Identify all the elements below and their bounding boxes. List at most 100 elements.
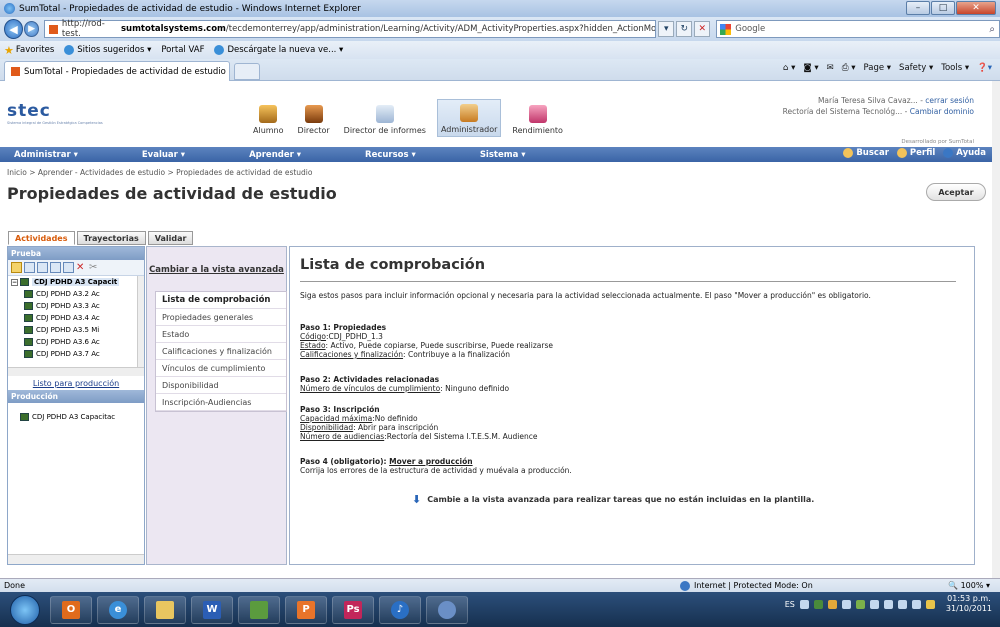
nav-propiedades-generales[interactable]: Propiedades generales [156,309,286,326]
delete-icon[interactable]: ✕ [76,262,87,273]
move-to-production-link[interactable]: Mover a producción [389,457,472,466]
switch-advanced-view-link[interactable]: Cambiar a la vista avanzada [147,265,286,275]
flag-icon[interactable] [883,599,893,609]
role-director-informes[interactable]: Director de informes [341,101,429,137]
safety-menu[interactable]: Safety ▾ [899,63,933,73]
code-link[interactable]: Código [300,332,326,341]
compliance-links-link[interactable]: Número de vínculos de cumplimiento [300,384,440,393]
nav-lista-comprobacion[interactable]: Lista de comprobación [156,292,286,309]
tray-icon[interactable] [869,599,879,609]
mail-icon[interactable]: ✉ [827,63,834,73]
nav-vinculos[interactable]: Vínculos de cumplimiento [156,360,286,377]
tree-item[interactable]: CDJ PDHD A3.4 Ac [8,312,144,324]
fav-portal-vaf[interactable]: Portal VAF [161,45,204,55]
browser-tab[interactable]: SumTotal - Propiedades de actividad de e… [4,61,230,81]
taskbar-media[interactable]: ♪ [379,595,421,624]
tree-root[interactable]: − CDJ PDHD A3 Capacit [8,276,144,288]
add-icon[interactable] [11,262,22,273]
network-icon[interactable] [897,599,907,609]
tree-item[interactable]: CDJ PDHD A3.7 Ac [8,348,144,360]
panel-horizontal-scrollbar[interactable] [8,554,144,564]
nav-disponibilidad[interactable]: Disponibilidad [156,377,286,394]
taskbar-app[interactable] [426,595,468,624]
profile-link[interactable]: Perfil [896,148,935,158]
nav-inscripcion-audiencias[interactable]: Inscripción-Audiencias [156,394,286,411]
tree-item[interactable]: CDJ PDHD A3.6 Ac [8,336,144,348]
tray-icon[interactable] [799,599,809,609]
fav-sitios-sugeridos[interactable]: Sitios sugeridos ▾ [64,45,151,55]
compat-view-icon[interactable]: ▾ [658,21,675,37]
search-link[interactable]: Buscar [843,148,889,158]
audiences-link[interactable]: Número de audiencias [300,432,384,441]
tray-icon[interactable] [827,599,837,609]
search-box[interactable]: Google ⌕ [716,20,1000,38]
accept-button[interactable]: Aceptar [926,183,986,201]
help-link[interactable]: Ayuda [943,148,986,158]
taskbar-network[interactable] [238,595,280,624]
start-button[interactable] [10,594,40,625]
feeds-icon[interactable]: ◙ ▾ [803,63,818,73]
change-domain-link[interactable]: Cambiar dominio [910,107,974,116]
clock[interactable]: 01:53 p.m. 31/10/2011 [946,594,992,614]
tab-trayectorias[interactable]: Trayectorias [76,231,146,245]
state-link[interactable]: Estado [300,341,326,350]
menu-recursos[interactable]: Recursos ▾ [365,150,416,160]
tree-vertical-scrollbar[interactable] [137,276,144,367]
indent-icon[interactable] [50,262,61,273]
grades-link[interactable]: Calificaciones y finalización [300,350,403,359]
tab-actividades[interactable]: Actividades [8,231,75,245]
page-menu[interactable]: Page ▾ [864,63,892,73]
role-alumno[interactable]: Alumno [250,101,287,137]
move-up-icon[interactable] [24,262,35,273]
forward-button[interactable]: ▶ [24,21,40,37]
minimize-button[interactable]: – [906,1,930,15]
breadcrumb[interactable]: Inicio > Aprender - Actividades de estud… [7,168,312,177]
stop-icon[interactable]: ✕ [694,21,711,37]
tools-menu[interactable]: Tools ▾ [941,63,969,73]
collapse-icon[interactable]: − [11,278,18,286]
tree-item[interactable]: CDJ PDHD A3.2 Ac [8,288,144,300]
language-indicator[interactable]: ES [785,600,795,609]
menu-aprender[interactable]: Aprender ▾ [249,150,301,160]
search-icon[interactable]: ⌕ [989,24,995,35]
menu-sistema[interactable]: Sistema ▾ [480,150,526,160]
maximize-button[interactable]: □ [931,1,955,15]
tree-item[interactable]: CDJ PDHD A3 Capacitac [8,411,144,423]
outdent-icon[interactable] [63,262,74,273]
taskbar-powerpoint[interactable]: P [285,595,327,624]
address-bar[interactable]: http://rod-test. sumtotalsystems.com/tecd… [44,19,657,39]
tree-item[interactable]: CDJ PDHD A3.5 Mi [8,324,144,336]
availability-link[interactable]: Disponibilidad [300,423,353,432]
logout-link[interactable]: cerrar sesión [925,96,974,105]
favorites-button[interactable]: ★ Favorites [4,44,54,57]
security-zone[interactable]: Internet | Protected Mode: On [680,580,813,591]
back-button[interactable]: ◀ [4,19,24,39]
tree-item[interactable]: CDJ PDHD A3.3 Ac [8,300,144,312]
close-button[interactable]: ✕ [956,1,996,15]
cut-icon[interactable]: ✂ [89,262,100,273]
menu-evaluar[interactable]: Evaluar ▾ [142,150,185,160]
new-tab-button[interactable] [234,63,260,80]
taskbar-explorer[interactable] [144,595,186,624]
fav-descargate[interactable]: Descárgate la nueva ve... ▾ [214,45,343,55]
ready-for-production-link[interactable]: Listo para producción [8,379,144,388]
role-rendimiento[interactable]: Rendimiento [509,101,566,137]
taskbar-photoshop[interactable]: Ps [332,595,374,624]
role-administrador[interactable]: Administrador [436,99,502,137]
stec-logo[interactable]: stec Sistema integral de Gestión Estraté… [7,101,103,125]
taskbar-outlook[interactable]: O [50,595,92,624]
print-icon[interactable]: ⎙ ▾ [842,63,856,73]
taskbar-word[interactable]: W [191,595,233,624]
volume-icon[interactable] [911,599,921,609]
refresh-icon[interactable]: ↻ [676,21,693,37]
taskbar-ie[interactable]: e [97,595,139,624]
capacity-link[interactable]: Capacidad máxima [300,414,372,423]
power-icon[interactable] [925,599,935,609]
nav-calificaciones[interactable]: Calificaciones y finalización [156,343,286,360]
home-icon[interactable]: ⌂ ▾ [783,63,795,73]
tray-icon[interactable] [813,599,823,609]
zoom-level[interactable]: 🔍 100% ▾ [948,581,990,590]
tab-validar[interactable]: Validar [147,231,194,245]
move-down-icon[interactable] [37,262,48,273]
role-director[interactable]: Director [295,101,333,137]
